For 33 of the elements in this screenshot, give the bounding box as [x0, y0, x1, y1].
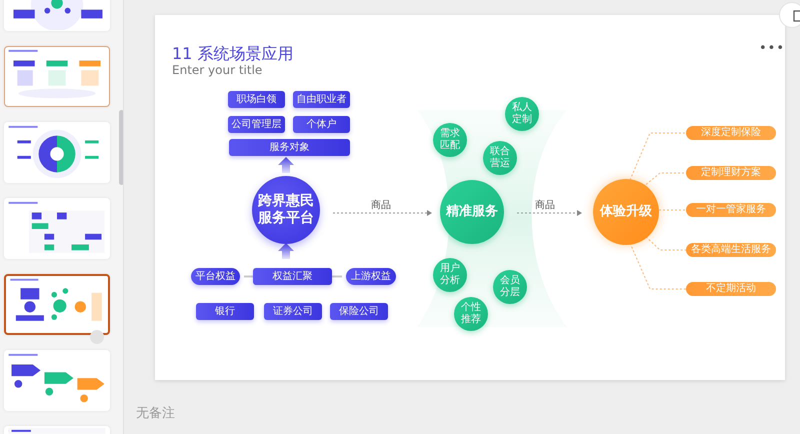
upgrade-circle: 体验升级 [593, 179, 659, 245]
benefit-pill: 定制理财方案 [686, 166, 776, 180]
connector-line [332, 274, 346, 278]
service-node: 私人 定制 [505, 97, 539, 131]
partner-box: 保险公司 [330, 303, 388, 320]
audience-box: 职场白领 [228, 91, 285, 108]
flow-label: 商品 [535, 198, 555, 213]
more-button[interactable]: ••• [759, 39, 786, 58]
benefit-pill: 深度定制保险 [686, 126, 776, 140]
up-arrow [278, 243, 294, 259]
rights-pill: 上游权益 [346, 268, 396, 285]
partner-box: 银行 [196, 303, 254, 320]
audience-header: 服务对象 [229, 139, 350, 156]
up-arrow [278, 157, 294, 173]
rights-box: 权益汇聚 [253, 268, 332, 285]
partner-box: 证券公司 [264, 303, 322, 320]
audience-box: 自由职业者 [293, 91, 350, 108]
connector-line [240, 274, 253, 278]
benefit-pill: 不定期活动 [686, 282, 776, 296]
audience-box: 公司管理层 [228, 116, 285, 133]
rights-pill: 平台权益 [191, 268, 240, 285]
benefit-pill: 各类高端生活服务 [686, 243, 776, 257]
slide-title: 11 系统场景应用 [172, 43, 294, 64]
scrollbar[interactable] [119, 110, 123, 185]
audience-box: 个体户 [293, 116, 350, 133]
flow-label: 商品 [371, 198, 391, 213]
document-icon [793, 10, 800, 22]
dotted-arrow [516, 210, 582, 216]
platform-circle: 跨界惠民 服务平台 [252, 176, 320, 244]
side-tool-button[interactable] [779, 2, 800, 28]
notes-field[interactable]: 无备注 [132, 400, 792, 430]
benefit-pill: 一对一管家服务 [686, 203, 776, 217]
slide-subtitle: Enter your title [172, 62, 262, 79]
